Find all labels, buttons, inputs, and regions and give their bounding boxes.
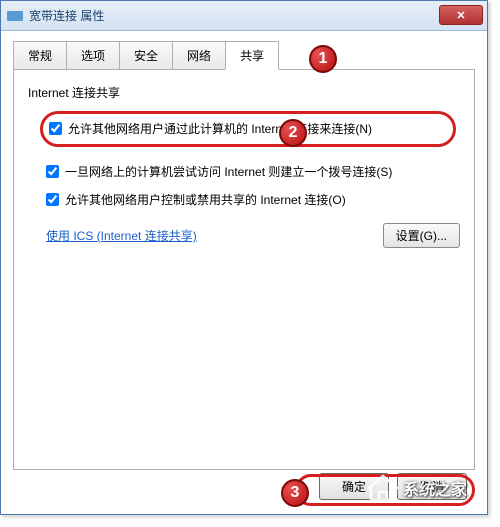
watermark: 系统之家 bbox=[367, 472, 467, 504]
label-allow-share: 允许其他网络用户通过此计算机的 Internet 连接来连接(N) bbox=[68, 120, 372, 138]
ics-link[interactable]: 使用 ICS (Internet 连接共享) bbox=[46, 227, 197, 244]
settings-button[interactable]: 设置(G)... bbox=[383, 223, 460, 248]
watermark-text: 系统之家 bbox=[403, 476, 467, 500]
window-title: 宽带连接 属性 bbox=[29, 7, 104, 24]
highlight-allow-share: 允许其他网络用户通过此计算机的 Internet 连接来连接(N) bbox=[40, 111, 456, 147]
house-icon bbox=[367, 472, 399, 504]
tab-options[interactable]: 选项 bbox=[66, 41, 120, 69]
checkbox-allow-control[interactable] bbox=[46, 193, 59, 206]
annotation-badge-3: 3 bbox=[281, 479, 309, 507]
tab-network[interactable]: 网络 bbox=[172, 41, 226, 69]
tab-panel-sharing: Internet 连接共享 允许其他网络用户通过此计算机的 Internet 连… bbox=[13, 70, 475, 470]
checkbox-allow-share[interactable] bbox=[49, 122, 62, 135]
group-title: Internet 连接共享 bbox=[28, 84, 460, 101]
label-dial-on-demand: 一旦网络上的计算机尝试访问 Internet 则建立一个拨号连接(S) bbox=[65, 163, 392, 181]
content-area: 常规 选项 安全 网络 共享 Internet 连接共享 允许其他网络用户通过此… bbox=[1, 31, 487, 480]
close-icon: ✕ bbox=[456, 9, 465, 22]
checkbox-dial-on-demand[interactable] bbox=[46, 165, 59, 178]
tab-sharing[interactable]: 共享 bbox=[225, 41, 279, 70]
annotation-badge-2: 2 bbox=[279, 119, 307, 147]
label-allow-control: 允许其他网络用户控制或禁用共享的 Internet 连接(O) bbox=[65, 191, 346, 209]
tab-strip: 常规 选项 安全 网络 共享 bbox=[13, 41, 475, 70]
properties-dialog: 宽带连接 属性 ✕ 常规 选项 安全 网络 共享 Internet 连接共享 允… bbox=[0, 0, 488, 515]
tab-security[interactable]: 安全 bbox=[119, 41, 173, 69]
tab-general[interactable]: 常规 bbox=[13, 41, 67, 69]
connection-icon bbox=[7, 11, 23, 21]
close-button[interactable]: ✕ bbox=[439, 5, 483, 25]
annotation-badge-1: 1 bbox=[309, 45, 337, 73]
titlebar[interactable]: 宽带连接 属性 ✕ bbox=[1, 1, 487, 31]
